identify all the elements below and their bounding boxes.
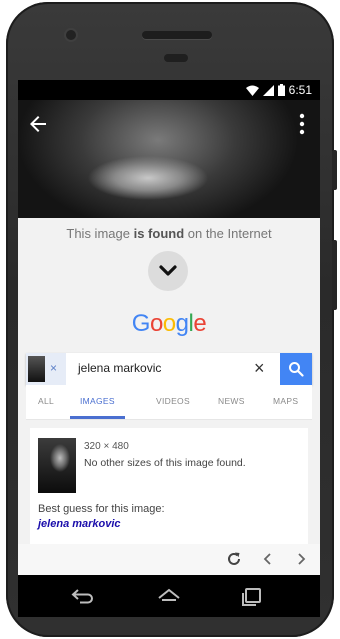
- chip-close-icon[interactable]: ×: [50, 361, 57, 375]
- chevron-down-icon: [159, 265, 177, 276]
- navigation-bar: [18, 575, 320, 617]
- proximity-sensor: [164, 54, 188, 62]
- power-button: [332, 150, 337, 190]
- result-thumbnail[interactable]: [38, 438, 76, 493]
- query-thumbnail: [28, 356, 45, 382]
- volume-button: [332, 240, 337, 310]
- search-button[interactable]: [280, 353, 312, 385]
- signal-icon: [262, 84, 274, 96]
- tab-videos[interactable]: VIDEOS: [156, 396, 190, 406]
- found-suffix: on the Internet: [184, 226, 272, 241]
- battery-icon: [277, 84, 285, 96]
- search-icon: [289, 362, 304, 377]
- tab-images[interactable]: IMAGES: [80, 396, 115, 406]
- nav-home-icon[interactable]: [156, 584, 182, 608]
- status-bar: 6:51: [18, 80, 320, 100]
- results-sheet: This image is found on the Internet Goog…: [18, 218, 320, 575]
- more-vert-icon[interactable]: [298, 112, 306, 136]
- screen: 6:51 This image is found on the Internet…: [18, 80, 320, 575]
- active-tab-indicator: [70, 416, 125, 419]
- found-message: This image is found on the Internet: [18, 226, 320, 241]
- app-bar: [18, 100, 320, 148]
- tab-maps[interactable]: MAPS: [273, 396, 298, 406]
- image-query-chip[interactable]: ×: [26, 353, 66, 385]
- no-sizes-text: No other sizes of this image found.: [84, 457, 246, 469]
- found-bold: is found: [133, 226, 185, 241]
- google-logo: Google: [131, 310, 207, 337]
- nav-back-icon[interactable]: [70, 584, 96, 608]
- browser-toolbar: [18, 544, 320, 575]
- chevron-right-icon[interactable]: [292, 550, 310, 568]
- back-arrow-icon[interactable]: [26, 112, 50, 136]
- clear-search-button[interactable]: ×: [254, 358, 265, 378]
- earpiece-speaker: [142, 31, 212, 39]
- best-guess-link[interactable]: jelena markovic: [38, 518, 121, 530]
- result-card: 320 × 480 No other sizes of this image f…: [30, 428, 308, 544]
- search-bar: × jelena markovic ×: [26, 353, 312, 385]
- best-guess-label: Best guess for this image:: [38, 503, 165, 515]
- found-prefix: This image: [66, 226, 134, 241]
- chevron-left-icon[interactable]: [259, 550, 277, 568]
- collapse-button[interactable]: [148, 251, 188, 291]
- image-dimensions: 320 × 480: [84, 441, 129, 452]
- tab-news[interactable]: NEWS: [218, 396, 245, 406]
- search-tabs: ALL IMAGES VIDEOS NEWS MAPS: [26, 385, 312, 420]
- search-input[interactable]: jelena markovic: [78, 361, 161, 375]
- refresh-icon[interactable]: [225, 550, 243, 568]
- status-time: 6:51: [288, 83, 312, 97]
- nav-recents-icon[interactable]: [239, 584, 265, 608]
- wifi-icon: [245, 85, 259, 96]
- front-camera: [66, 30, 76, 40]
- tab-all[interactable]: ALL: [38, 396, 54, 406]
